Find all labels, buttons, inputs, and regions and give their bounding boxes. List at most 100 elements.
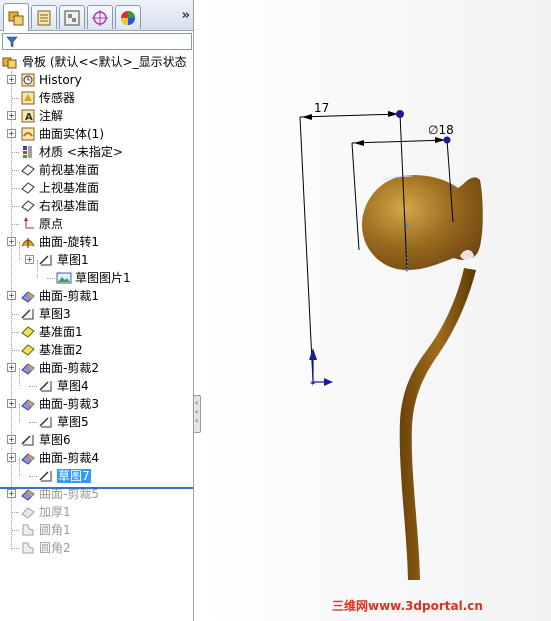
tree-item[interactable]: 草图7 bbox=[0, 458, 193, 485]
tree-item[interactable]: 传感器 bbox=[0, 89, 193, 107]
tree-item[interactable]: + A 注解 bbox=[0, 107, 193, 125]
tree-item[interactable]: + 曲面-旋转1 bbox=[0, 233, 193, 251]
tree-item[interactable]: 上视基准面 bbox=[0, 179, 193, 197]
sketch-icon bbox=[20, 306, 36, 322]
tree-item-label: 曲面-剪裁4 bbox=[39, 451, 99, 465]
expand-toggle[interactable]: + bbox=[7, 399, 16, 408]
ref-plane-icon bbox=[20, 342, 36, 358]
tree-item[interactable]: + 曲面-剪裁3 bbox=[0, 395, 193, 413]
expand-toggle[interactable]: + bbox=[7, 363, 16, 372]
displaymanager-icon bbox=[121, 10, 135, 25]
tree-filter-field[interactable] bbox=[2, 33, 192, 50]
surface-revolve-icon bbox=[20, 234, 36, 250]
tree-item-label: 右视基准面 bbox=[39, 199, 100, 213]
featuremanager-tab[interactable] bbox=[3, 3, 29, 31]
tree-item-label: 传感器 bbox=[39, 91, 76, 105]
tree-item[interactable]: 基准面2 bbox=[0, 341, 193, 359]
tree-root-part[interactable]: 骨板 (默认<<默认>_显示状态 bbox=[0, 53, 193, 71]
sketch-point bbox=[396, 110, 404, 118]
tree-item-label: 草图6 bbox=[39, 433, 71, 447]
tree-item-label: 圆角1 bbox=[39, 523, 71, 537]
tree-item[interactable]: + 草图1 bbox=[0, 242, 193, 269]
tree-item[interactable]: 圆角1 bbox=[0, 521, 193, 539]
sketch-point bbox=[443, 136, 451, 144]
graphics-area[interactable]: ✶ 17 ∅18 bbox=[202, 0, 551, 621]
tree-item-label: 加厚1 bbox=[39, 505, 71, 519]
tree-item-label: 基准面1 bbox=[39, 325, 83, 339]
svg-text:A: A bbox=[25, 112, 33, 123]
expand-toggle[interactable]: + bbox=[7, 237, 16, 246]
expand-toggle[interactable]: + bbox=[7, 111, 16, 120]
expand-toggle[interactable]: + bbox=[7, 435, 16, 444]
model-view: ✶ 17 ∅18 bbox=[202, 0, 551, 621]
tree-item-label: 曲面-旋转1 bbox=[39, 235, 99, 249]
thicken-icon bbox=[20, 504, 36, 520]
surface-trim-icon bbox=[20, 396, 36, 412]
history-icon bbox=[20, 72, 36, 88]
expand-toggle[interactable]: + bbox=[7, 291, 16, 300]
tree-item-label: 曲面-剪裁1 bbox=[39, 289, 99, 303]
tree-item-label: 草图3 bbox=[39, 307, 71, 321]
sketch-icon bbox=[20, 432, 36, 448]
tree-item[interactable]: + 草图6 bbox=[0, 431, 193, 449]
tree-item[interactable]: 草图图片1 bbox=[0, 260, 193, 287]
tree-item-label: 曲面-剪裁2 bbox=[39, 361, 99, 375]
configurationmanager-icon bbox=[64, 10, 80, 25]
tree-item-label: 草图图片1 bbox=[75, 271, 131, 285]
part-icon bbox=[2, 54, 18, 70]
plane-icon bbox=[20, 180, 36, 196]
tree-item-label: 草图4 bbox=[57, 379, 89, 393]
tree-item[interactable]: 基准面1 bbox=[0, 323, 193, 341]
tree-item[interactable]: 前视基准面 bbox=[0, 161, 193, 179]
tree-item[interactable]: 圆角2 bbox=[0, 539, 193, 557]
propertymanager-icon bbox=[37, 10, 51, 25]
surface-trim-icon bbox=[20, 360, 36, 376]
tree-item-label: 曲面-剪裁3 bbox=[39, 397, 99, 411]
displaymanager-tab[interactable] bbox=[115, 5, 141, 29]
dimension-label-diameter-18[interactable]: ∅18 bbox=[428, 123, 454, 137]
expand-toggle[interactable]: + bbox=[25, 255, 34, 264]
filter-icon bbox=[6, 36, 18, 48]
material-icon bbox=[20, 144, 36, 160]
tree-item[interactable]: 右视基准面 bbox=[0, 197, 193, 215]
tree-item[interactable]: + 曲面-剪裁2 bbox=[0, 359, 193, 377]
manager-tab-bar: » bbox=[0, 0, 193, 31]
feature-manager-panel: » 骨板 (默认<<默认>_显示状态 + History 传感器 + A 注解 + 曲面实体(1… bbox=[0, 0, 194, 621]
sketch-icon bbox=[38, 378, 54, 394]
tree-item-label: 前视基准面 bbox=[39, 163, 100, 177]
expand-toggle[interactable]: + bbox=[7, 453, 16, 462]
tree-item[interactable]: + History bbox=[0, 71, 193, 89]
expand-toggle[interactable]: + bbox=[7, 129, 16, 138]
sensor-icon bbox=[20, 90, 36, 106]
featuremanager-icon bbox=[8, 11, 24, 25]
dimxpert-icon bbox=[92, 9, 108, 26]
tree-item[interactable]: 草图4 bbox=[0, 368, 193, 395]
more-tabs-button[interactable]: » bbox=[182, 8, 190, 23]
tree-item[interactable]: 草图3 bbox=[0, 305, 193, 323]
fillet-icon bbox=[20, 540, 36, 556]
tree-item[interactable]: + 曲面实体(1) bbox=[0, 125, 193, 143]
tree-item[interactable]: 原点 bbox=[0, 215, 193, 233]
configurationmanager-tab[interactable] bbox=[59, 5, 85, 29]
tree-item[interactable]: + 曲面-剪裁1 bbox=[0, 287, 193, 305]
tree-item[interactable]: 加厚1 bbox=[0, 503, 193, 521]
annotation-icon: A bbox=[20, 108, 36, 124]
tree-item-label: 圆角2 bbox=[39, 541, 71, 555]
plane-icon bbox=[20, 162, 36, 178]
dimxpertmanager-tab[interactable] bbox=[87, 5, 113, 29]
expand-toggle[interactable]: + bbox=[7, 75, 16, 84]
rollback-bar[interactable] bbox=[0, 487, 193, 489]
panel-collapse-handle[interactable]: ‹ ‹ ‹ bbox=[193, 395, 201, 433]
propertymanager-tab[interactable] bbox=[31, 5, 57, 29]
expand-toggle[interactable]: + bbox=[7, 489, 16, 498]
fillet-icon bbox=[20, 522, 36, 538]
tree-item[interactable]: + 曲面-剪裁4 bbox=[0, 449, 193, 467]
tree-item[interactable]: 材质 <未指定> bbox=[0, 143, 193, 161]
sketch-picture-icon bbox=[56, 270, 72, 286]
tree-item-label: 草图7 bbox=[57, 469, 91, 483]
tree-item[interactable]: 草图5 bbox=[0, 404, 193, 431]
dimension-label-17[interactable]: 17 bbox=[314, 101, 329, 115]
sketch-icon bbox=[38, 414, 54, 430]
tree-item-label: 草图5 bbox=[57, 415, 89, 429]
surface-trim-icon bbox=[20, 450, 36, 466]
